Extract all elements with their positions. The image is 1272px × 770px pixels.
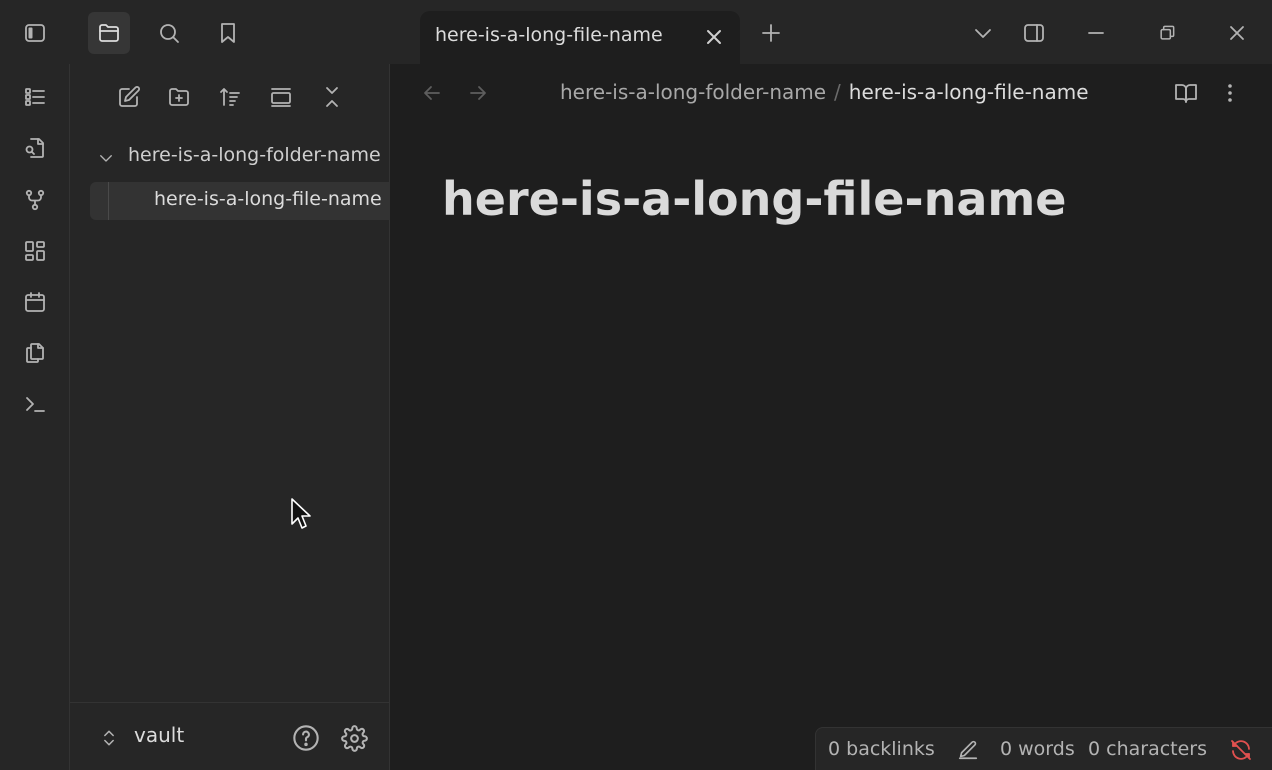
navigate-forward-button[interactable] — [460, 78, 496, 108]
indent-guide — [108, 182, 109, 220]
tab-note[interactable]: here-is-a-long-file-name — [420, 11, 740, 64]
status-bar: 0 backlinks 0 words 0 characters — [815, 727, 1272, 770]
file-search-icon — [23, 136, 47, 160]
chevron-down-icon — [96, 148, 116, 168]
title-bar: here-is-a-long-file-name — [0, 0, 1272, 64]
new-tab-button[interactable] — [750, 12, 792, 54]
mouse-cursor-icon — [291, 498, 311, 529]
chevrons-collapse-icon — [320, 85, 344, 109]
close-window-button[interactable] — [1216, 12, 1258, 54]
minimize-icon — [1084, 21, 1108, 45]
layout-dashboard-icon — [23, 239, 47, 263]
new-note-button[interactable] — [110, 78, 148, 116]
arrow-left-icon — [420, 81, 444, 105]
sort-ascending-icon — [218, 85, 242, 109]
vault-bar: vault — [70, 702, 389, 770]
character-count: 0 characters — [1088, 738, 1208, 760]
ribbon-open-file-button[interactable] — [16, 129, 54, 167]
plus-icon — [759, 21, 783, 45]
more-options-button[interactable] — [1212, 76, 1248, 110]
ribbon-canvas-button[interactable] — [16, 232, 54, 270]
ribbon-daily-note-button[interactable] — [16, 283, 54, 321]
copy-icon — [23, 341, 47, 365]
edit-mode-icon[interactable] — [954, 736, 982, 764]
tree-folder[interactable]: here-is-a-long-folder-name — [92, 144, 389, 170]
breadcrumb: here-is-a-long-folder-name / here-is-a-lon… — [560, 80, 1089, 104]
minimize-button[interactable] — [1075, 12, 1117, 54]
toggle-right-sidebar-button[interactable] — [1013, 12, 1055, 54]
list-icon — [23, 85, 47, 109]
file-explorer: here-is-a-long-folder-name here-is-a-lon… — [70, 64, 390, 770]
toggle-left-sidebar-button[interactable] — [14, 12, 56, 54]
help-circle-icon — [292, 724, 320, 752]
sidebar-left-icon — [23, 21, 47, 45]
sort-button[interactable] — [211, 78, 249, 116]
sync-off-icon[interactable] — [1226, 735, 1256, 765]
ribbon-templates-button[interactable] — [16, 334, 54, 372]
git-fork-icon — [23, 188, 47, 212]
arrow-right-icon — [466, 81, 490, 105]
collapse-all-button[interactable] — [313, 78, 351, 116]
breadcrumb-separator: / — [834, 80, 841, 104]
edit-icon — [117, 85, 141, 109]
tab-title: here-is-a-long-file-name — [435, 24, 663, 46]
editor-pane: here-is-a-long-folder-name / here-is-a-lon… — [390, 64, 1272, 770]
ribbon — [0, 64, 70, 770]
folder-icon — [97, 21, 121, 45]
tree-file[interactable]: here-is-a-long-file-name — [90, 182, 389, 220]
word-count: 0 words — [1000, 738, 1075, 760]
new-folder-button[interactable] — [160, 78, 198, 116]
terminal-icon — [23, 392, 47, 416]
chevron-down-icon — [971, 21, 995, 45]
panel-icon — [269, 85, 293, 109]
gear-icon — [340, 724, 368, 752]
bookmark-icon — [216, 21, 240, 45]
breadcrumb-folder[interactable]: here-is-a-long-folder-name — [560, 80, 826, 104]
ribbon-command-palette-button[interactable] — [16, 385, 54, 423]
backlinks-count[interactable]: 0 backlinks — [828, 738, 935, 760]
close-icon — [1225, 21, 1249, 45]
settings-button[interactable] — [336, 720, 372, 756]
close-tab-button[interactable] — [700, 23, 728, 51]
navigate-back-button[interactable] — [414, 78, 450, 108]
ribbon-graph-button[interactable] — [16, 181, 54, 219]
folder-label: here-is-a-long-folder-name — [128, 144, 381, 166]
reading-view-button[interactable] — [1168, 76, 1204, 110]
file-label: here-is-a-long-file-name — [154, 188, 382, 210]
tab-list-button[interactable] — [962, 12, 1004, 54]
folder-plus-icon — [167, 85, 191, 109]
chevrons-up-down-icon — [99, 728, 119, 748]
restore-button[interactable] — [1146, 12, 1188, 54]
auto-reveal-button[interactable] — [262, 78, 300, 116]
close-icon — [702, 25, 726, 49]
files-tab-button[interactable] — [88, 12, 130, 54]
vault-name[interactable]: vault — [134, 723, 184, 747]
book-open-icon — [1174, 81, 1198, 105]
sidebar-right-icon — [1022, 21, 1046, 45]
search-icon — [157, 21, 181, 45]
calendar-icon — [23, 290, 47, 314]
search-button[interactable] — [148, 12, 190, 54]
breadcrumb-file[interactable]: here-is-a-long-file-name — [849, 80, 1089, 104]
help-button[interactable] — [288, 720, 324, 756]
note-title[interactable]: here-is-a-long-file-name — [442, 172, 1067, 226]
restore-icon — [1157, 23, 1177, 43]
more-vertical-icon — [1218, 81, 1242, 105]
bookmarks-button[interactable] — [207, 12, 249, 54]
vault-switcher-button[interactable] — [94, 723, 124, 753]
ribbon-outline-button[interactable] — [16, 78, 54, 116]
